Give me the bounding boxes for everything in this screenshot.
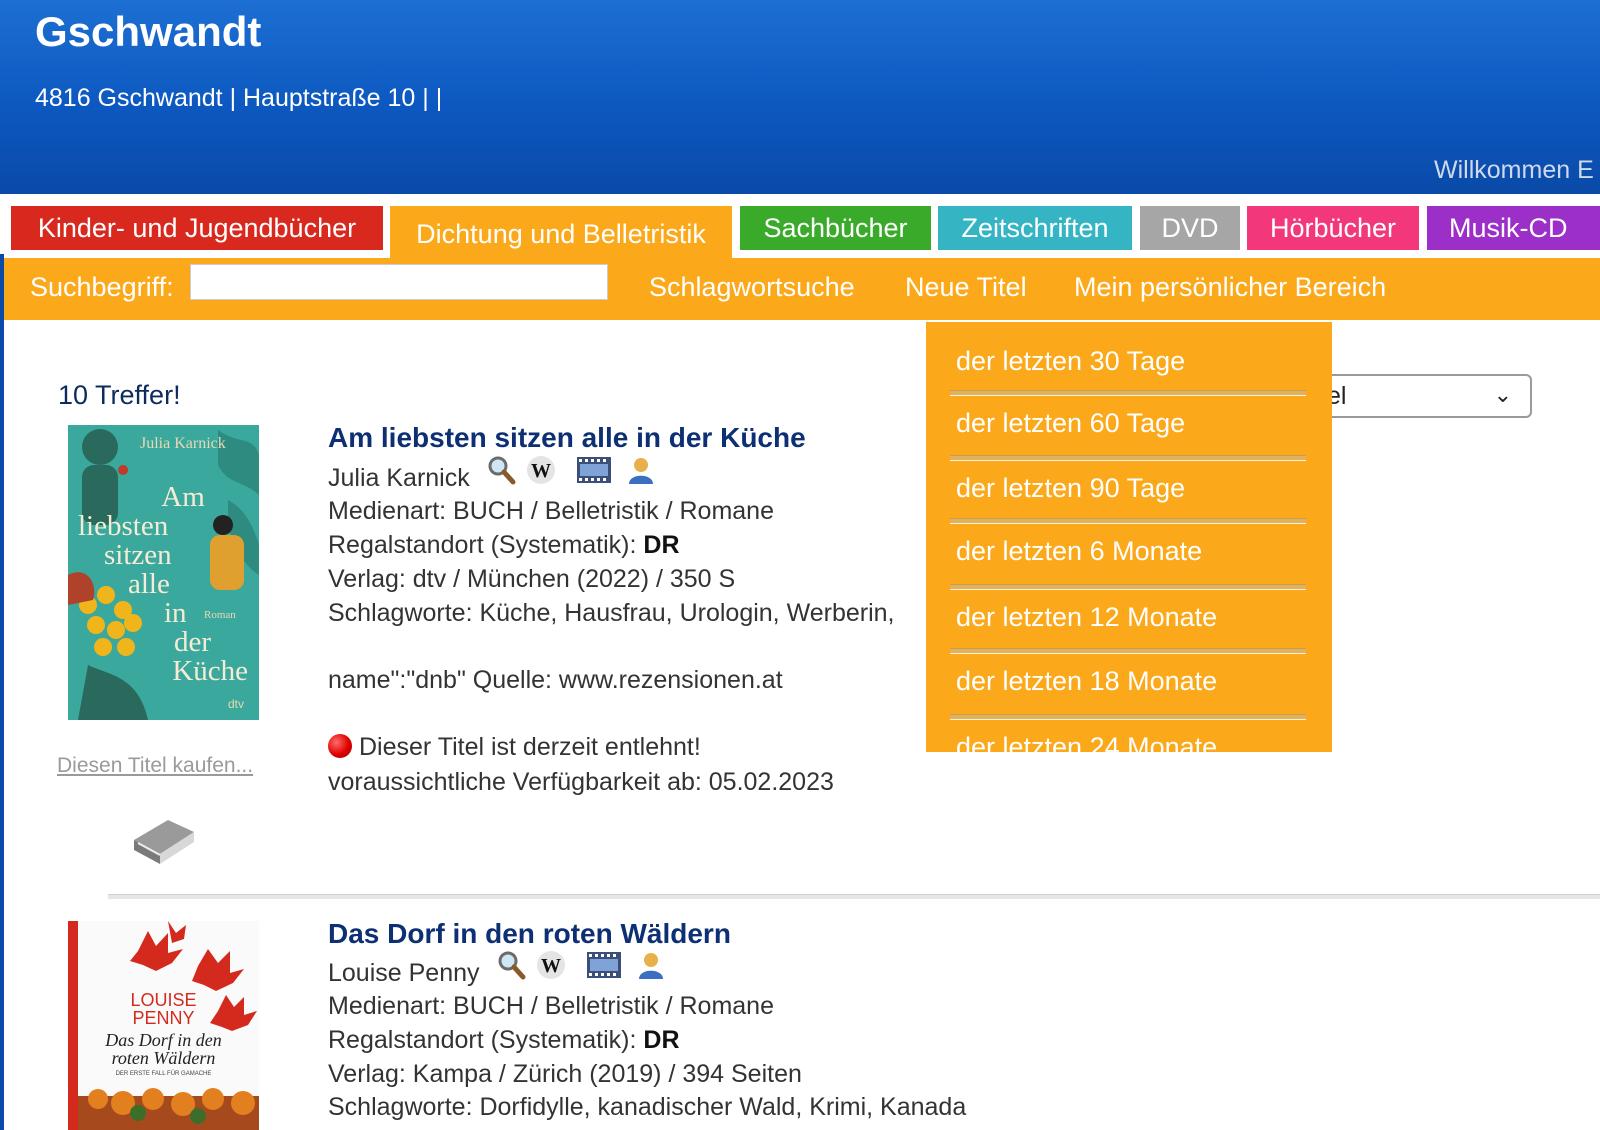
result-source-1: name":"dnb" Quelle: www.rezensionen.at [328,666,783,694]
book-icon [134,820,194,864]
result-status-1: Dieser Titel ist derzeit entlehnt! [359,733,701,761]
cover-author-line: PENNY [132,1008,195,1028]
result-author-2[interactable]: Louise Penny [328,959,480,988]
person-icon[interactable] [626,455,656,485]
magnifier-icon[interactable] [486,455,516,485]
dropdown-separator [950,584,1306,590]
sort-select[interactable]: tel ⌄ [1300,374,1532,418]
dropdown-separator [950,714,1306,720]
result-icons-2: W [496,950,666,986]
category-tabs: Kinder- und Jugendbücher Dichtung und Be… [0,194,1600,258]
tab-kinder-jugendbuecher[interactable]: Kinder- und Jugendbücher [11,206,383,250]
search-label: Suchbegriff: [30,272,174,302]
result-title-1[interactable]: Am liebsten sitzen alle in der Küche [328,422,806,454]
result-availability-1: voraussichtliche Verfügbarkeit ab: 05.02… [328,768,834,796]
cover-title-word: Am [161,481,205,513]
cover-subtitle-2: DER ERSTE FALL FÜR GAMACHE [115,1071,212,1077]
dropdown-separator [950,390,1306,396]
result-media-1: Medienart: BUCH / Belletristik / Romane [328,497,774,525]
dropdown-item-60-tage[interactable]: der letzten 60 Tage [956,408,1185,439]
tab-musik-cd[interactable]: Musik-CD [1427,206,1600,250]
buy-title-link[interactable]: Diesen Titel kaufen... [57,754,253,778]
search-input[interactable] [190,264,608,300]
result-publisher-1: Verlag: dtv / München (2022) / 350 S [328,565,736,593]
status-unavailable-icon [328,734,352,758]
shelf-label: Regalstandort (Systematik): [328,531,644,559]
book-cover-2[interactable]: LOUISE PENNY Das Dorf in den roten Wälde… [68,921,259,1130]
result-author-1[interactable]: Julia Karnick [328,464,470,493]
dropdown-item-30-tage[interactable]: der letzten 30 Tage [956,346,1185,377]
library-address: 4816 Gschwandt | Hauptstraße 10 | | [35,84,443,112]
tab-hoerbuecher[interactable]: Hörbücher [1247,206,1419,250]
shelf-label: Regalstandort (Systematik): [328,1026,644,1054]
film-icon[interactable] [586,950,622,980]
nav-neue-titel[interactable]: Neue Titel [905,272,1027,303]
result-shelf-2: Regalstandort (Systematik): DR [328,1026,680,1055]
magnifier-icon[interactable] [496,950,526,980]
dropdown-item-6-monate[interactable]: der letzten 6 Monate [956,536,1202,567]
dropdown-separator [950,455,1306,461]
cover-title-line: roten Wäldern [111,1048,216,1068]
results-divider [108,894,1600,899]
nav-schlagwortsuche[interactable]: Schlagwortsuche [649,272,855,303]
cover-title-word: liebsten [78,510,169,542]
tab-dvd[interactable]: DVD [1140,206,1240,250]
wikipedia-icon[interactable]: W [526,455,556,485]
svg-text:W: W [541,955,561,977]
tab-sachbuecher[interactable]: Sachbücher [740,206,931,250]
cover-author-line: LOUISE [130,990,197,1010]
cover-title-line: Das Dorf in den [105,1030,222,1050]
book-cover-1[interactable]: Julia Karnick Am liebsten sitzen alle in… [68,425,259,720]
dropdown-item-12-monate[interactable]: der letzten 12 Monate [956,602,1217,633]
left-frame-border [0,194,4,1130]
cover-publisher-1: dtv [228,697,245,711]
library-name[interactable]: Gschwandt [35,8,261,56]
tab-dichtung-belletristik[interactable]: Dichtung und Belletristik [390,206,732,258]
result-publisher-2: Verlag: Kampa / Zürich (2019) / 394 Seit… [328,1060,802,1088]
chevron-down-icon: ⌄ [1493,382,1512,407]
shelf-code: DR [643,1026,680,1054]
result-title-2[interactable]: Das Dorf in den roten Wäldern [328,918,731,950]
search-nav-bar: Suchbegriff: Schlagwortsuche Neue Titel … [4,258,1600,320]
cover-title-word: Küche [172,655,248,687]
site-header: Gschwandt 4816 Gschwandt | Hauptstraße 1… [0,0,1600,194]
results-count: 10 Treffer! [58,380,181,410]
result-keywords-1: Schlagworte: Küche, Hausfrau, Urologin, … [328,599,895,627]
shelf-code: DR [643,531,680,559]
result-shelf-1: Regalstandort (Systematik): DR [328,531,680,560]
result-keywords-2: Schlagworte: Dorfidylle, kanadischer Wal… [328,1093,967,1121]
cover-title-word: der [174,626,212,658]
dropdown-item-90-tage[interactable]: der letzten 90 Tage [956,473,1185,504]
dropdown-separator [950,518,1306,524]
dropdown-item-24-monate[interactable]: der letzten 24 Monate [956,732,1217,752]
nav-persoenlicher-bereich[interactable]: Mein persönlicher Bereich [1074,272,1386,303]
tab-zeitschriften[interactable]: Zeitschriften [938,206,1132,250]
dropdown-item-18-monate[interactable]: der letzten 18 Monate [956,666,1217,697]
dropdown-separator [950,648,1306,654]
cover-title-word: sitzen [104,539,172,571]
new-titles-dropdown: der letzten 30 Tage der letzten 60 Tage … [926,322,1332,752]
film-icon[interactable] [576,455,612,485]
cover-author-1: Julia Karnick [140,435,226,452]
result-media-2: Medienart: BUCH / Belletristik / Romane [328,992,774,1020]
wikipedia-icon[interactable]: W [536,950,566,980]
cover-genre-1: Roman [204,609,236,621]
result-icons-1: W [486,455,656,491]
svg-text:W: W [531,460,551,482]
cover-title-word: alle [128,568,170,600]
person-icon[interactable] [636,950,666,980]
welcome-text: Willkommen E [1434,156,1594,184]
